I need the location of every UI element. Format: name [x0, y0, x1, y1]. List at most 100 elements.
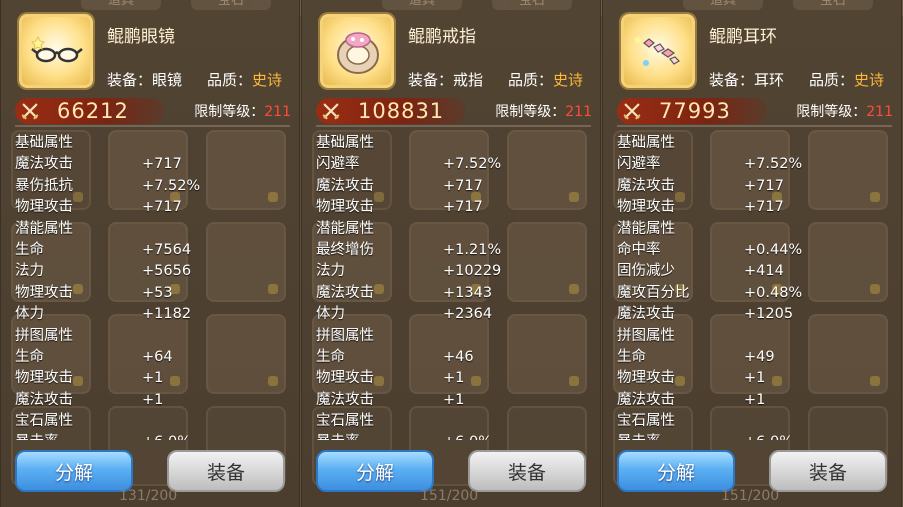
stat-name: 物理攻击 — [617, 370, 675, 387]
equip-button[interactable]: 装备 — [769, 450, 887, 492]
stat-name: 物理攻击 — [15, 199, 73, 216]
stat-row: 法力 +10229 — [316, 261, 592, 282]
stats-list[interactable]: 基础属性 闪避率 +7.52% 魔法攻击 +717 物理攻击 +717 潜能属性 最终增伤 +1.… — [316, 133, 592, 440]
stat-row: 生命 +46 — [316, 347, 592, 368]
item-header: 鲲鹏眼镜 装备：眼镜 品质：史诗 66212 限制等级：211 — [1, 0, 299, 130]
quality-label-text: 品质： — [207, 71, 253, 89]
stat-value: +53 — [142, 284, 173, 301]
stat-name: 物理攻击 — [316, 370, 374, 387]
stat-name: 魔法攻击 — [617, 177, 675, 194]
stat-row: 法力 +5656 — [15, 261, 291, 282]
stat-section-header: 拼图属性 — [316, 326, 592, 347]
stat-value: +1 — [744, 391, 766, 408]
stat-value: +6.0% — [142, 432, 191, 440]
stat-section-title: 拼图属性 — [316, 327, 374, 344]
stat-value: +717 — [744, 177, 784, 194]
stat-section-header: 宝石属性 — [617, 411, 893, 432]
stat-name: 暴击率 — [316, 432, 360, 440]
stat-name: 体力 — [316, 306, 345, 323]
stat-row: 生命 +64 — [15, 347, 291, 368]
stat-name: 魔法攻击 — [15, 391, 73, 408]
level-limit-value: 211 — [565, 104, 592, 120]
stat-name: 魔法攻击 — [617, 391, 675, 408]
item-icon-frame — [320, 14, 394, 88]
stat-value: +717 — [744, 199, 784, 216]
stat-value: +1205 — [744, 306, 794, 323]
item-detail-panel-3: 道具 宝石 鲲鹏耳环 装备：耳环 品质：史诗 77993 限制等级：211 基础… — [602, 0, 902, 507]
stat-name: 固伤减少 — [617, 263, 675, 280]
bag-capacity-count: 151/200 — [721, 488, 780, 504]
item-name: 鲲鹏眼镜 — [107, 27, 175, 47]
decompose-button[interactable]: 分解 — [316, 450, 434, 492]
stat-section-title: 宝石属性 — [617, 413, 675, 430]
stat-value: +0.48% — [744, 284, 803, 301]
stat-section-header: 潜能属性 — [617, 219, 893, 240]
quality-value: 史诗 — [854, 71, 885, 89]
stat-value: +5656 — [142, 263, 192, 280]
decompose-button[interactable]: 分解 — [617, 450, 735, 492]
stat-value: +1 — [443, 370, 465, 387]
stat-name: 暴击率 — [617, 432, 661, 440]
stats-list[interactable]: 基础属性 魔法攻击 +717 暴伤抵抗 +7.52% 物理攻击 +717 潜能属性 生命 +756… — [15, 133, 291, 440]
stat-row: 魔攻百分比 +0.48% — [617, 283, 893, 304]
stat-section-header: 潜能属性 — [15, 219, 291, 240]
stat-section-title: 潜能属性 — [15, 220, 73, 237]
stat-section-header: 宝石属性 — [316, 411, 592, 432]
stat-name: 暴击率 — [15, 432, 59, 440]
stat-row: 魔法攻击 +1343 — [316, 283, 592, 304]
header-divider — [15, 125, 290, 127]
stat-value: +10229 — [443, 263, 502, 280]
stat-row: 物理攻击 +1 — [15, 368, 291, 389]
equip-button[interactable]: 装备 — [167, 450, 285, 492]
stat-name: 魔法攻击 — [316, 284, 374, 301]
item-header: 鲲鹏戒指 装备：戒指 品质：史诗 108831 限制等级：211 — [302, 0, 600, 130]
level-limit-value: 211 — [264, 104, 291, 120]
stat-row: 物理攻击 +717 — [316, 197, 592, 218]
stat-section-title: 潜能属性 — [316, 220, 374, 237]
stat-value: +414 — [744, 263, 784, 280]
combat-power-bar: 108831 — [316, 98, 466, 124]
stat-row: 生命 +7564 — [15, 240, 291, 261]
equip-button[interactable]: 装备 — [468, 450, 586, 492]
combat-power-bar: 66212 — [15, 98, 165, 124]
stat-value: +7.52% — [443, 156, 502, 173]
item-icon-frame — [19, 14, 93, 88]
level-limit-value: 211 — [866, 104, 893, 120]
stat-name: 闪避率 — [617, 156, 661, 173]
crossed-swords-icon — [322, 103, 340, 120]
stat-name: 命中率 — [617, 241, 661, 258]
stat-row: 魔法攻击 +717 — [617, 176, 893, 197]
stat-row: 魔法攻击 +717 — [15, 154, 291, 175]
stat-name: 最终增伤 — [316, 241, 374, 258]
stat-name: 生命 — [15, 241, 44, 258]
equip-slot-label: 装备：耳环 — [709, 71, 785, 89]
decompose-button[interactable]: 分解 — [15, 450, 133, 492]
bag-capacity-count: 131/200 — [119, 488, 178, 504]
stat-row: 物理攻击 +1 — [316, 368, 592, 389]
stat-name: 物理攻击 — [15, 370, 73, 387]
combat-power-value: 66212 — [57, 99, 129, 123]
stat-section-header: 拼图属性 — [15, 326, 291, 347]
stat-value: +7.52% — [142, 177, 201, 194]
stat-name: 生命 — [15, 348, 44, 365]
stat-name: 魔攻百分比 — [617, 284, 690, 301]
stat-row: 最终增伤 +1.21% — [316, 240, 592, 261]
stat-section-header: 拼图属性 — [617, 326, 893, 347]
stat-row: 物理攻击 +53 — [15, 283, 291, 304]
stat-value: +717 — [142, 199, 182, 216]
stat-section-title: 拼图属性 — [617, 327, 675, 344]
stat-section-header: 基础属性 — [15, 133, 291, 154]
stat-value: +64 — [142, 348, 173, 365]
stat-value: +1 — [443, 391, 465, 408]
stat-section-title: 基础属性 — [316, 135, 374, 151]
stat-name: 法力 — [15, 263, 44, 280]
stats-list[interactable]: 基础属性 闪避率 +7.52% 魔法攻击 +717 物理攻击 +717 潜能属性 命中率 +0.4… — [617, 133, 893, 440]
quality-label-text: 品质： — [508, 71, 554, 89]
stat-row: 体力 +1182 — [15, 304, 291, 325]
item-header: 鲲鹏耳环 装备：耳环 品质：史诗 77993 限制等级：211 — [603, 0, 901, 130]
equip-slot-label: 装备：戒指 — [408, 71, 484, 89]
crossed-swords-icon — [623, 103, 641, 120]
item-detail-panel-2: 道具 宝石 鲲鹏戒指 装备：戒指 品质：史诗 108831 限制等级：211 基… — [301, 0, 601, 507]
stat-row: 魔法攻击 +1 — [316, 390, 592, 411]
stat-row: 魔法攻击 +1205 — [617, 304, 893, 325]
